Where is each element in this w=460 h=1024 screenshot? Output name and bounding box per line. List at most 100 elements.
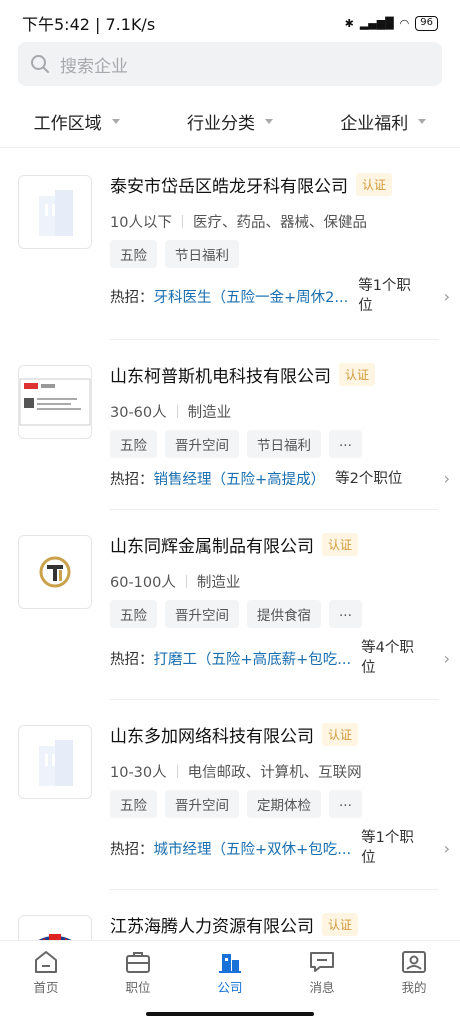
company-name: 山东柯普斯机电科技有限公司 (110, 367, 331, 387)
bottom-tab-bar: 首页 职位 公司 消息 我的 (0, 940, 460, 1004)
company-industry: 电信邮政、计算机、互联网 (187, 765, 362, 781)
filter-work-area[interactable]: 工作区域 (34, 109, 120, 134)
benefit-tag: 晋升空间 (165, 600, 239, 628)
home-icon (35, 950, 57, 973)
business-card-logo (19, 378, 91, 426)
benefit-tag-more: ... (329, 600, 362, 628)
company-meta: 60-100人 制造业 (110, 571, 240, 592)
hot-label: 热招： (110, 289, 154, 306)
company-size: 30-60人 (110, 405, 167, 421)
benefit-tag-more: ... (329, 790, 362, 818)
company-size: 10人以下 (110, 215, 172, 231)
benefit-tag: 节日福利 (247, 430, 321, 458)
briefcase-icon (126, 951, 150, 973)
benefit-tags: 五险 节日福利 (110, 240, 239, 268)
hot-job-row[interactable]: 热招： 销售经理（五险+高提成） 等2个职位 › (110, 468, 450, 489)
company-logo (18, 535, 92, 609)
company-name-row: 江苏海腾人力资源有限公司 认证 (110, 912, 359, 937)
benefit-tag: 五险 (110, 240, 157, 268)
hot-job-count: 等1个职位 (361, 830, 414, 866)
company-name-row: 山东柯普斯机电科技有限公司 认证 (110, 362, 376, 387)
benefit-tag: 定期体检 (247, 790, 321, 818)
benefit-tags: 五险 晋升空间 定期体检 ... (110, 790, 362, 818)
message-icon (310, 951, 334, 972)
building-placeholder-icon (39, 740, 73, 786)
company-name: 泰安市岱岳区皓龙牙科有限公司 (110, 177, 348, 197)
company-industry: 医疗、药品、器械、保健品 (192, 215, 367, 231)
caret-down-icon (111, 119, 120, 124)
filter-industry[interactable]: 行业分类 (187, 109, 273, 134)
tab-company[interactable]: 公司 (190, 941, 270, 1004)
battery-icon: 96 (415, 15, 438, 31)
hot-job-row[interactable]: 热招： 牙科医生（五险一金+周休2... 等1个职位 › (110, 276, 450, 316)
company-list: 泰安市岱岳区皓龙牙科有限公司 认证 10人以下 医疗、药品、器械、保健品 五险 … (0, 150, 460, 940)
company-meta: 10-30人 电信邮政、计算机、互联网 (110, 761, 362, 782)
benefit-tags: 五险 晋升空间 节日福利 ... (110, 430, 362, 458)
hot-label: 热招： (110, 651, 154, 668)
hot-job-row[interactable]: 热招： 城市经理（五险+双休+包吃... 等1个职位 › (110, 828, 450, 868)
company-card[interactable]: 泰安市岱岳区皓龙牙科有限公司 认证 10人以下 医疗、药品、器械、保健品 五险 … (0, 150, 460, 340)
company-name-row: 山东多加网络科技有限公司 认证 (110, 722, 359, 747)
company-name-row: 山东同辉金属制品有限公司 认证 (110, 532, 359, 557)
company-name-row: 泰安市岱岳区皓龙牙科有限公司 认证 (110, 172, 393, 197)
verified-badge: 认证 (322, 913, 359, 936)
tab-label: 公司 (217, 979, 243, 995)
wifi-icon: ◠ (399, 16, 410, 30)
tab-label: 我的 (401, 979, 427, 995)
company-card[interactable]: 山东柯普斯机电科技有限公司 认证 30-60人 制造业 五险 晋升空间 节日福利… (0, 340, 460, 510)
chevron-right-icon: › (443, 838, 450, 858)
hot-job-title[interactable]: 城市经理（五险+双休+包吃... (154, 838, 352, 859)
company-meta: 10人以下 医疗、药品、器械、保健品 (110, 211, 367, 232)
tab-profile[interactable]: 我的 (374, 941, 454, 1004)
company-name: 山东多加网络科技有限公司 (110, 727, 314, 747)
company-logo-placeholder (18, 175, 92, 249)
company-name: 山东同辉金属制品有限公司 (110, 537, 314, 557)
status-icons: ✱ ▂▄▆█ ◠ 96 (344, 15, 438, 31)
hot-job-title[interactable]: 销售经理（五险+高提成） (154, 468, 326, 489)
globe-logo (38, 934, 72, 940)
hot-job-count: 等4个职位 (361, 640, 414, 676)
filter-benefits[interactable]: 企业福利 (340, 109, 427, 134)
filter-label: 企业福利 (340, 114, 409, 134)
meta-divider (176, 405, 178, 418)
hot-job-title[interactable]: 打磨工（五险+高底薪+包吃... (154, 648, 352, 669)
hot-job-row[interactable]: 热招： 打磨工（五险+高底薪+包吃... 等4个职位 › (110, 638, 450, 678)
benefit-tag: 晋升空间 (165, 430, 239, 458)
benefit-tag: 节日福利 (165, 240, 239, 268)
search-bar[interactable]: 搜索企业 (18, 42, 442, 86)
company-card[interactable]: 江苏海腾人力资源有限公司 认证 (0, 890, 460, 940)
company-name: 江苏海腾人力资源有限公司 (110, 917, 314, 937)
meta-divider (185, 575, 187, 588)
hot-job-title[interactable]: 牙科医生（五险一金+周休2... (154, 286, 349, 307)
verified-badge: 认证 (339, 363, 376, 386)
benefit-tag: 晋升空间 (165, 790, 239, 818)
chevron-right-icon: › (443, 469, 450, 488)
tab-messages[interactable]: 消息 (282, 941, 362, 1004)
benefit-tag: 五险 (110, 600, 157, 628)
filter-label: 工作区域 (33, 114, 102, 134)
company-size: 10-30人 (110, 765, 167, 781)
caret-down-icon (264, 119, 273, 124)
search-placeholder: 搜索企业 (60, 56, 128, 77)
filter-label: 行业分类 (186, 114, 255, 134)
tab-jobs[interactable]: 职位 (98, 941, 178, 1004)
benefit-tag: 提供食宿 (247, 600, 321, 628)
benefit-tag: 五险 (110, 790, 157, 818)
bluetooth-icon: ✱ (344, 16, 354, 30)
company-meta: 30-60人 制造业 (110, 401, 231, 422)
chevron-right-icon: › (443, 648, 450, 668)
tab-home[interactable]: 首页 (6, 941, 86, 1004)
company-card[interactable]: 山东同辉金属制品有限公司 认证 60-100人 制造业 五险 晋升空间 提供食宿… (0, 510, 460, 700)
home-indicator[interactable] (146, 1012, 314, 1016)
verified-badge: 认证 (322, 723, 359, 746)
caret-down-icon (418, 119, 427, 124)
building-placeholder-icon (39, 190, 73, 236)
verified-badge: 认证 (356, 173, 393, 196)
company-card[interactable]: 山东多加网络科技有限公司 认证 10-30人 电信邮政、计算机、互联网 五险 晋… (0, 700, 460, 890)
hot-job-count: 等1个职位 (358, 278, 411, 314)
company-logo-placeholder (18, 725, 92, 799)
status-time: 下午5:42 | 7.1K/s (22, 15, 156, 34)
profile-icon (402, 950, 426, 973)
meta-divider (181, 215, 183, 228)
verified-badge: 认证 (322, 533, 359, 556)
